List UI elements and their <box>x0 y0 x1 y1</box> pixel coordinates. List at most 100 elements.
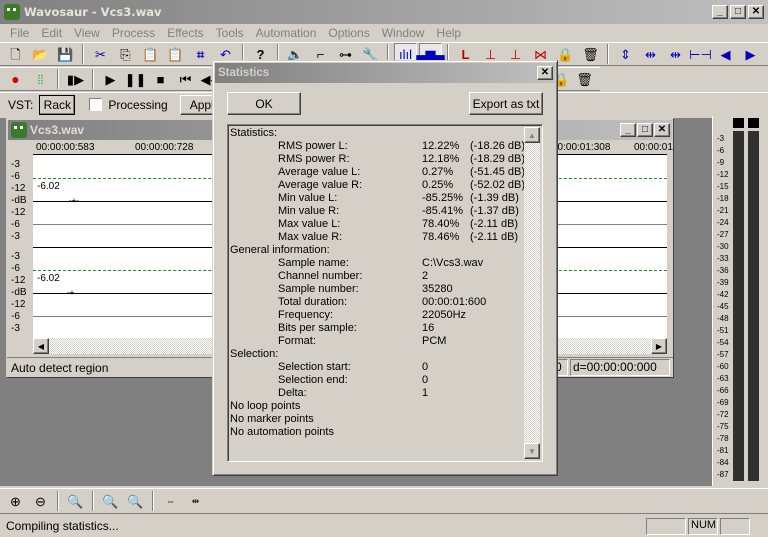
db-label: -6 <box>11 263 20 274</box>
app-title: Wavosaur - Vcs3.wav <box>24 5 162 19</box>
new-file-icon[interactable]: 🗋 <box>4 43 27 65</box>
dialog-close-button[interactable]: ✕ <box>537 66 553 80</box>
select-range-icon[interactable]: ⊢⊣ <box>689 43 712 65</box>
menu-tools[interactable]: Tools <box>210 26 250 40</box>
menu-process[interactable]: Process <box>106 26 161 40</box>
rack-button[interactable]: Rack <box>39 94 76 115</box>
meter-scale-label: -3 <box>717 134 725 143</box>
menu-help[interactable]: Help <box>430 26 467 40</box>
stat-label: Selection start: <box>278 361 351 373</box>
clip-indicator-right[interactable] <box>748 118 759 128</box>
meter-scale-label: -30 <box>717 242 729 251</box>
toolbar-separator <box>92 491 94 511</box>
meter-scale-label: -42 <box>717 290 729 299</box>
statistics-text-area[interactable]: Statistics: RMS power L: 12.22% (-18.26 dB)… <box>227 124 543 462</box>
meter-scale-label: -57 <box>717 350 729 359</box>
status-bar: Compiling statistics... NUM <box>0 515 768 537</box>
clip-indicator-left[interactable] <box>733 118 744 128</box>
copy-icon[interactable]: ⎘ <box>114 43 137 65</box>
zoom-out-vertical-icon[interactable]: 🔍 <box>124 490 147 512</box>
zoom-in-icon[interactable]: ⊕ <box>4 490 27 512</box>
pause-icon[interactable]: ❚❚ <box>124 68 147 90</box>
menu-bar: File Edit View Process Effects Tools Aut… <box>0 24 768 42</box>
next-icon[interactable]: ▶ <box>739 43 762 65</box>
zoom-selection-icon[interactable]: 🔍 <box>64 490 87 512</box>
ok-button[interactable]: OK <box>227 92 301 115</box>
stat-value: 00:00:01:600 <box>422 296 487 308</box>
stat-label: Max value R: <box>278 231 343 243</box>
db-label: -12 <box>11 275 26 286</box>
statistics-scrollbar[interactable]: ▲ ▼ <box>524 127 540 459</box>
stat-db-value: (-51.45 dB) <box>470 166 526 178</box>
auto-detect-region-label: Auto detect region <box>11 361 109 375</box>
scroll-right-button[interactable]: ▶ <box>651 338 667 354</box>
stat-label: Bits per sample: <box>278 322 357 334</box>
doc-maximize-button[interactable]: □ <box>637 123 653 137</box>
meter-icon[interactable]: ⦙⦙ <box>29 68 52 90</box>
menu-edit[interactable]: Edit <box>35 26 68 40</box>
stat-label: Format: <box>278 335 316 347</box>
trash-icon[interactable]: 🗑 <box>573 68 596 90</box>
meter-scale-label: -81 <box>717 446 729 455</box>
stat-label: Max value L: <box>278 218 341 230</box>
half-zoom-icon[interactable]: ⇹ <box>184 490 207 512</box>
snap-right-icon[interactable]: ⇹ <box>664 43 687 65</box>
play-from-start-icon[interactable]: ▮▶ <box>64 68 87 90</box>
paste-icon[interactable]: 📋 <box>139 43 162 65</box>
record-icon[interactable]: ● <box>4 68 27 90</box>
menu-automation[interactable]: Automation <box>250 26 323 40</box>
toolbar-separator <box>607 44 609 64</box>
meter-scale-label: -15 <box>717 182 729 191</box>
zoom-in-vertical-icon[interactable]: 🔍 <box>99 490 122 512</box>
stat-label: Frequency: <box>278 309 334 321</box>
export-as-txt-button[interactable]: Export as txt <box>469 92 543 115</box>
toolbar-separator <box>152 491 154 511</box>
processing-label: Processing <box>108 97 168 112</box>
previous-icon[interactable]: ◀ <box>714 43 737 65</box>
doc-close-button[interactable]: ✕ <box>654 123 670 137</box>
scroll-down-button[interactable]: ▼ <box>524 443 540 459</box>
paste-new-icon[interactable]: 📋 <box>164 43 187 65</box>
menu-file[interactable]: File <box>4 26 35 40</box>
minimize-button[interactable]: _ <box>712 5 728 19</box>
stat-db-value: (-1.37 dB) <box>470 205 519 217</box>
skip-start-icon[interactable]: ⏮ <box>174 68 197 90</box>
stat-value: 78.40% <box>422 218 460 230</box>
zoom-region-icon[interactable]: ⇕ <box>614 43 637 65</box>
meter-scale-label: -33 <box>717 254 729 263</box>
stat-label: Channel number: <box>278 270 363 282</box>
zoom-out-icon[interactable]: ⊖ <box>29 490 52 512</box>
cut-icon[interactable]: ✂ <box>89 43 112 65</box>
menu-window[interactable]: Window <box>376 26 431 40</box>
stat-label: Sample name: <box>278 257 349 269</box>
crop-icon[interactable]: ⌗ <box>189 43 212 65</box>
stat-value: 35280 <box>422 283 453 295</box>
meter-scale-label: -69 <box>717 398 729 407</box>
document-logo-icon <box>11 122 27 138</box>
double-zoom-icon[interactable]: ⇔ <box>159 490 182 512</box>
stat-label: No loop points <box>230 400 301 412</box>
scroll-left-button[interactable]: ◀ <box>33 338 49 354</box>
stop-icon[interactable]: ■ <box>149 68 172 90</box>
snap-left-icon[interactable]: ⇹ <box>639 43 662 65</box>
menu-options[interactable]: Options <box>322 26 375 40</box>
waveform-blip: -+ <box>67 288 75 297</box>
maximize-button[interactable]: □ <box>730 5 746 19</box>
stat-value: 12.18% <box>422 153 460 165</box>
play-icon[interactable]: ▶ <box>99 68 122 90</box>
meter-scale-label: -63 <box>717 374 729 383</box>
processing-checkbox[interactable] <box>89 98 103 111</box>
trash-icon[interactable]: 🗑 <box>579 43 602 65</box>
status-indicator-scroll <box>720 517 750 535</box>
open-folder-icon[interactable]: 📂 <box>29 43 52 65</box>
close-button[interactable]: ✕ <box>748 5 764 19</box>
menu-view[interactable]: View <box>68 26 106 40</box>
doc-minimize-button[interactable]: _ <box>620 123 636 137</box>
db-label: -dB <box>11 287 27 298</box>
db-label: -6 <box>11 311 20 322</box>
time-label: 00:00:00:728 <box>135 142 194 153</box>
save-icon[interactable]: 💾 <box>54 43 77 65</box>
scroll-up-button[interactable]: ▲ <box>524 127 540 143</box>
stat-label: Average value L: <box>278 166 361 178</box>
menu-effects[interactable]: Effects <box>161 26 209 40</box>
